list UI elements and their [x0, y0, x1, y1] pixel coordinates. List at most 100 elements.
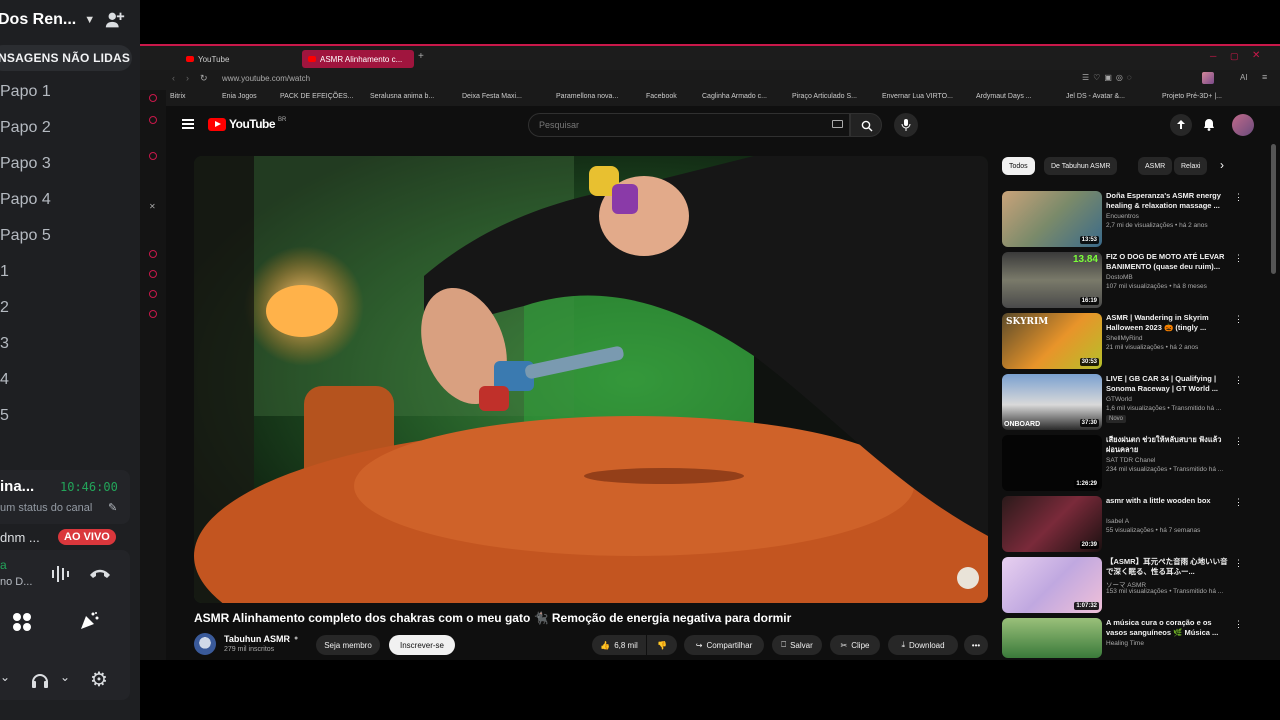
video-title[interactable]: FIZ O DOG DE MOTO ATÉ LEVAR BANIMENTO (q…: [1106, 252, 1232, 272]
channel-item[interactable]: 3: [0, 330, 130, 358]
channel-item[interactable]: Papo 3: [0, 150, 130, 178]
save-button[interactable]: ⎕ Salvar: [772, 635, 822, 655]
video-title[interactable]: เสียงฝนตก ช่วยให้หลับสบาย ฟังแล้วผ่อนคลา…: [1106, 435, 1232, 455]
bookmark[interactable]: Seralusna anima b...: [370, 93, 434, 100]
chip-relax[interactable]: Relaxi: [1174, 157, 1208, 175]
channel-name[interactable]: DostoMB: [1106, 274, 1232, 281]
bookmark[interactable]: Bitrix: [170, 93, 186, 100]
channel-avatar[interactable]: [194, 633, 216, 655]
channel-name[interactable]: ShellMyRind: [1106, 335, 1232, 342]
extensions-icon[interactable]: ☰♡▣◎◌: [1082, 73, 1136, 82]
url-field[interactable]: www.youtube.com/watch: [222, 74, 310, 83]
more-vertical-icon[interactable]: ⋮: [1234, 559, 1243, 568]
notifications-button[interactable]: [1198, 114, 1220, 136]
bookmark[interactable]: Facebook: [646, 93, 677, 100]
channel-name[interactable]: Encuentros: [1106, 213, 1232, 220]
dislike-button[interactable]: 👎: [647, 635, 677, 655]
channel-item[interactable]: Papo 4: [0, 186, 130, 214]
bookmark[interactable]: Piraço Articulado S...: [792, 93, 857, 100]
apps-icon[interactable]: [12, 612, 32, 632]
bookmark[interactable]: Paramellona nova...: [556, 93, 618, 100]
more-vertical-icon[interactable]: ⋮: [1234, 437, 1243, 446]
video-title[interactable]: Doña Esperanza's ASMR energy healing & r…: [1106, 191, 1232, 211]
new-tab-button[interactable]: +: [418, 51, 424, 62]
recommended-video[interactable]: SKYRIM 30:53 ASMR | Wandering in Skyrim …: [1002, 313, 1243, 371]
more-vertical-icon[interactable]: ⋮: [1234, 498, 1243, 507]
video-thumbnail[interactable]: [1002, 618, 1102, 658]
join-button[interactable]: Seja membro: [316, 635, 380, 655]
channel-name[interactable]: SAT TDR Chanel: [1106, 457, 1232, 464]
video-thumbnail[interactable]: 20:39: [1002, 496, 1102, 552]
headphones-icon[interactable]: [30, 670, 50, 690]
channel-item[interactable]: Papo 2: [0, 114, 130, 142]
video-thumbnail[interactable]: ONBOARD 37:30: [1002, 374, 1102, 430]
unread-messages-pill[interactable]: NSAGENS NÃO LIDAS: [0, 45, 132, 71]
sidebar-app-icon[interactable]: [149, 152, 157, 160]
channel-item[interactable]: 4: [0, 366, 130, 394]
close-button[interactable]: ✕: [1252, 50, 1260, 61]
invite-icon[interactable]: [104, 9, 126, 31]
reload-icon[interactable]: ↻: [200, 73, 208, 84]
recommended-video[interactable]: 20:39 asmr with a little wooden box Isab…: [1002, 496, 1243, 554]
soundwave-icon[interactable]: [50, 564, 74, 584]
bookmark[interactable]: Deixa Festa Maxi...: [462, 93, 522, 100]
chip-asmr[interactable]: ASMR: [1138, 157, 1173, 175]
keyboard-icon[interactable]: [832, 120, 843, 128]
subscribe-button[interactable]: Inscrever-se: [389, 635, 455, 655]
chevron-down-icon[interactable]: ⌄: [0, 670, 10, 684]
video-title[interactable]: A música cura o coração e os vasos sangu…: [1106, 618, 1232, 638]
maximize-button[interactable]: ▢: [1230, 51, 1239, 62]
back-icon[interactable]: ‹: [172, 73, 175, 83]
recommended-video[interactable]: 1:07:32 【ASMR】耳元ぺた音雨 心地いい音で深く眠る、性る耳ふー...…: [1002, 557, 1243, 615]
more-vertical-icon[interactable]: ⋮: [1234, 193, 1243, 202]
share-button[interactable]: ↪ Compartilhar: [684, 635, 764, 655]
video-thumbnail[interactable]: 13.84 16:19: [1002, 252, 1102, 308]
channel-name[interactable]: Healing Time: [1106, 640, 1232, 647]
channel-name[interactable]: GTWorld: [1106, 396, 1232, 403]
profile-avatar[interactable]: [1202, 72, 1214, 84]
clip-button[interactable]: ✂ Clipe: [830, 635, 880, 655]
gear-icon[interactable]: ⚙: [90, 667, 108, 692]
chip-all[interactable]: Todos: [1002, 157, 1035, 175]
channel-item[interactable]: 1: [0, 258, 130, 286]
recommended-video[interactable]: A música cura o coração e os vasos sangu…: [1002, 618, 1243, 658]
video-title[interactable]: LIVE | GB CAR 34 | Qualifying | Sonoma R…: [1106, 374, 1232, 394]
channel-status[interactable]: um status do canal: [0, 502, 92, 514]
more-vertical-icon[interactable]: ⋮: [1234, 315, 1243, 324]
voice-user-card[interactable]: ina... 10:46:00 um status do canal ✎: [0, 470, 130, 524]
chip-channel[interactable]: De Tabuhun ASMR: [1044, 157, 1118, 175]
recommended-video[interactable]: 1:26:29 เสียงฝนตก ช่วยให้หลับสบาย ฟังแล้…: [1002, 435, 1243, 493]
download-button[interactable]: ⤓ Download: [888, 635, 958, 655]
ai-icon[interactable]: AI: [1240, 73, 1248, 82]
video-thumbnail[interactable]: 1:07:32: [1002, 557, 1102, 613]
scrollbar[interactable]: [1271, 144, 1276, 274]
sidebar-app-icon[interactable]: [149, 94, 157, 102]
tab-video[interactable]: ASMR Alinhamento c...: [302, 50, 414, 68]
sidebar-app-icon[interactable]: [149, 270, 157, 278]
forward-icon[interactable]: ›: [186, 73, 189, 83]
bookmark[interactable]: Jel DS - Avatar &...: [1066, 93, 1125, 100]
bookmark[interactable]: Caglinha Armado c...: [702, 93, 767, 100]
menu-icon[interactable]: [182, 119, 194, 129]
account-avatar[interactable]: [1232, 114, 1254, 136]
channel-name[interactable]: Tabuhun ASMR: [224, 634, 290, 644]
recommended-video[interactable]: 13.84 16:19 FIZ O DOG DE MOTO ATÉ LEVAR …: [1002, 252, 1243, 310]
bookmark[interactable]: Projeto Pré-3D+ |...: [1162, 93, 1222, 100]
hangup-icon[interactable]: [88, 566, 112, 580]
chevron-down-icon[interactable]: ▼: [84, 14, 95, 26]
youtube-logo[interactable]: YouTube BR: [208, 117, 286, 131]
more-vertical-icon[interactable]: ⋮: [1234, 254, 1243, 263]
channel-name[interactable]: Isabel A: [1106, 518, 1232, 525]
recommended-video[interactable]: 13:53 Doña Esperanza's ASMR energy heali…: [1002, 191, 1243, 249]
search-input[interactable]: Pesquisar: [528, 113, 850, 137]
sidebar-app-icon[interactable]: [149, 116, 157, 124]
channel-item[interactable]: Papo 1: [0, 78, 130, 106]
video-title[interactable]: asmr with a little wooden box: [1106, 496, 1232, 516]
server-header[interactable]: Dos Ren... ▼: [0, 0, 140, 40]
chevron-down-icon[interactable]: ⌄: [60, 670, 70, 684]
video-title[interactable]: ASMR | Wandering in Skyrim Halloween 202…: [1106, 313, 1232, 333]
x-icon[interactable]: ✕: [149, 202, 156, 211]
video-thumbnail[interactable]: 1:26:29: [1002, 435, 1102, 491]
live-stream-row[interactable]: dnm ... AO VIVO: [0, 528, 130, 548]
sidebar-app-icon[interactable]: [149, 290, 157, 298]
